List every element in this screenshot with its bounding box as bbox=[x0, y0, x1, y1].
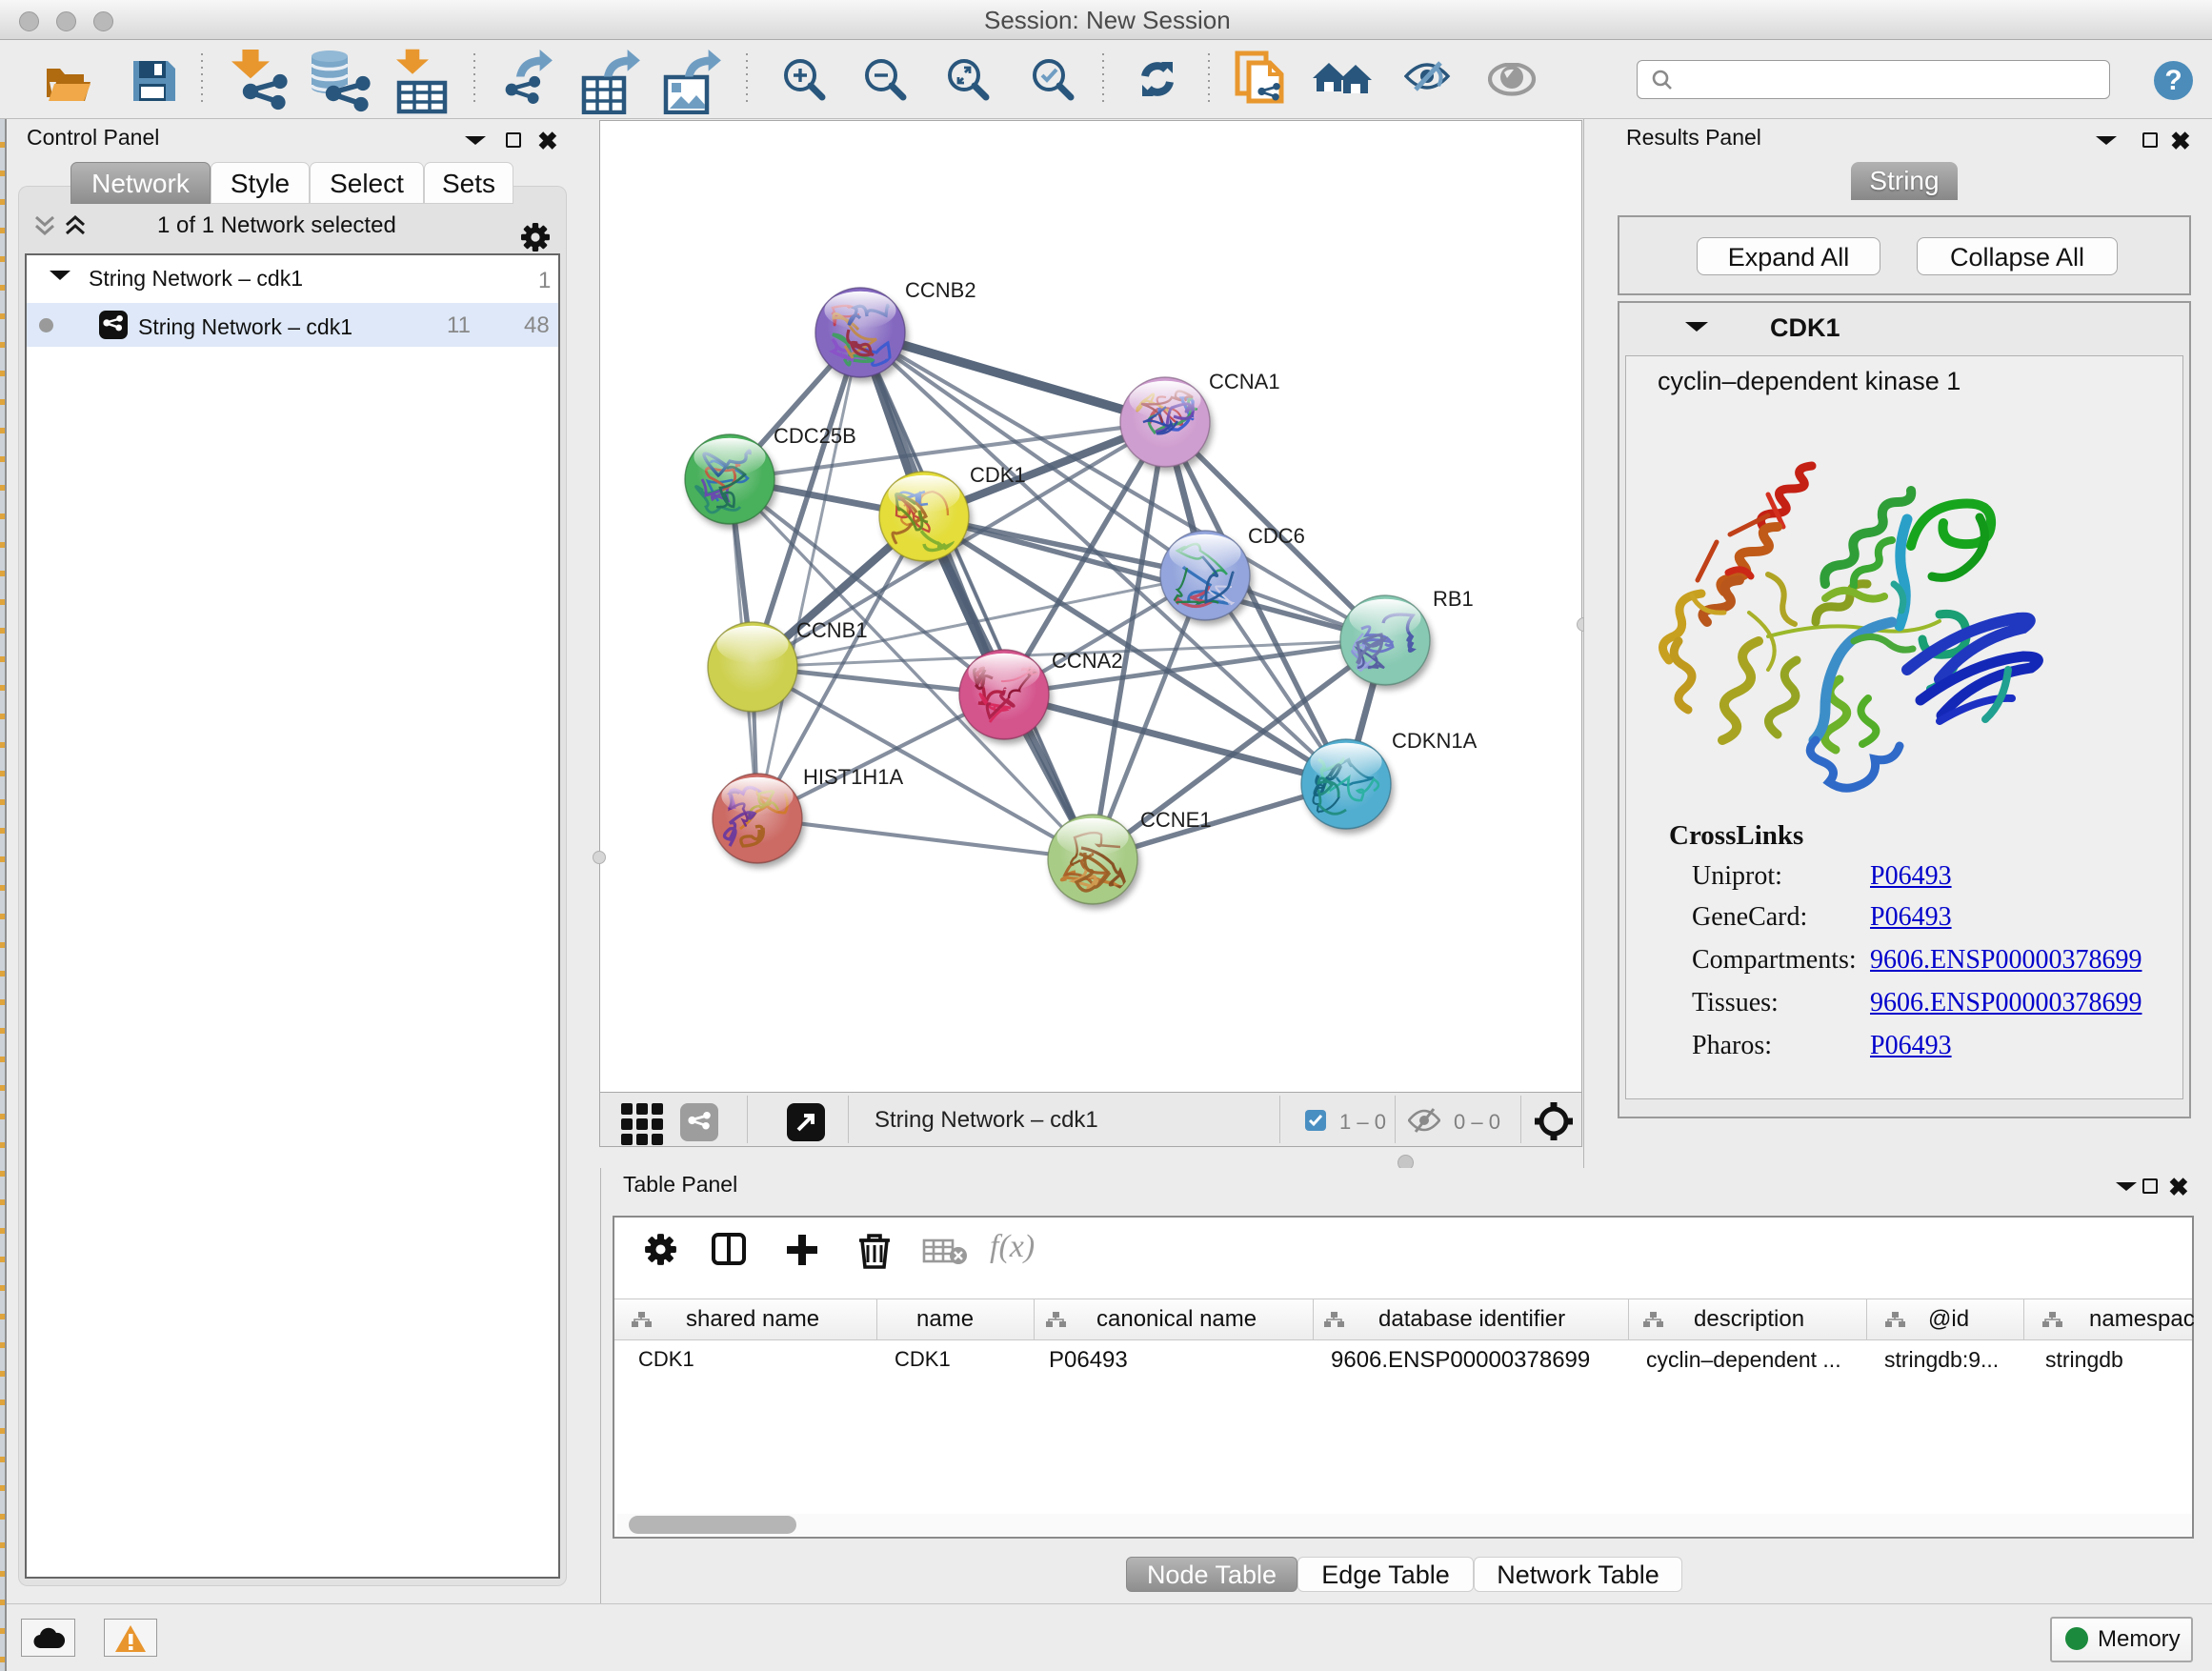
svg-text:CCNA2: CCNA2 bbox=[1052, 649, 1123, 673]
svg-text:CCNA1: CCNA1 bbox=[1209, 370, 1280, 393]
svg-text:CCNB2: CCNB2 bbox=[905, 278, 976, 302]
svg-text:CDK1: CDK1 bbox=[970, 463, 1026, 487]
svg-text:CCNB1: CCNB1 bbox=[796, 618, 868, 642]
svg-text:CCNE1: CCNE1 bbox=[1140, 808, 1212, 832]
svg-text:CDC6: CDC6 bbox=[1248, 524, 1305, 548]
svg-text:CDC25B: CDC25B bbox=[774, 424, 856, 448]
svg-text:CDKN1A: CDKN1A bbox=[1392, 729, 1478, 753]
svg-text:HIST1H1A: HIST1H1A bbox=[803, 765, 903, 789]
svg-text:RB1: RB1 bbox=[1433, 587, 1474, 611]
